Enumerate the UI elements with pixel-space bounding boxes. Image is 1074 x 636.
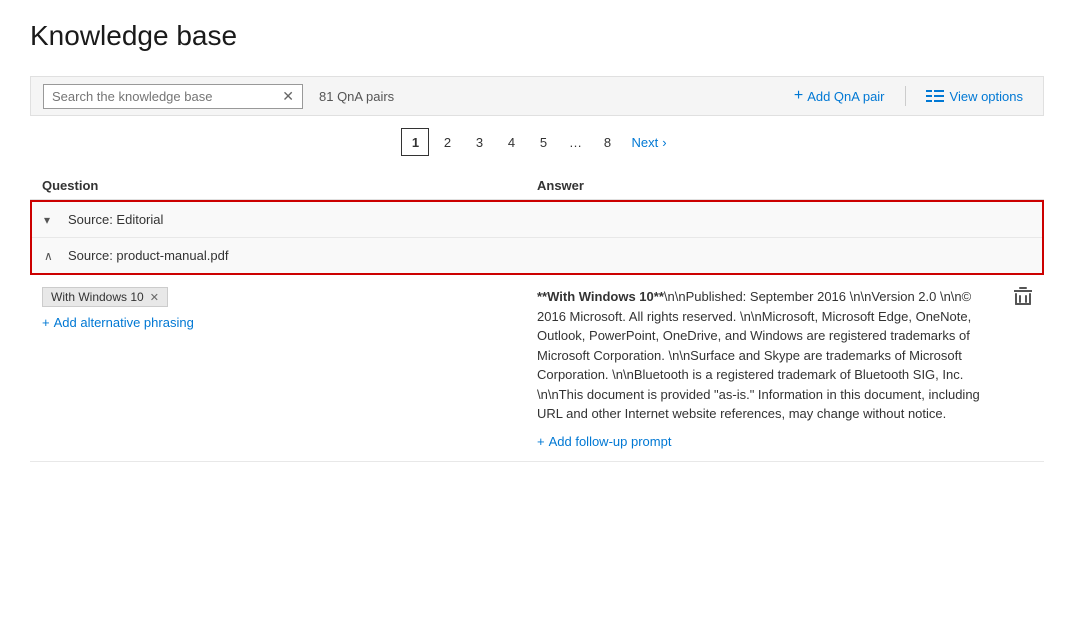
add-phrasing-button[interactable]: + Add alternative phrasing <box>42 315 194 330</box>
chevron-up-icon: ∧ <box>44 249 60 263</box>
plus-icon: + <box>794 87 803 105</box>
question-tag-text: With Windows 10 <box>51 290 144 304</box>
chevron-right-icon: › <box>662 135 666 150</box>
table-header: Question Answer <box>30 172 1044 200</box>
view-options-button[interactable]: View options <box>918 85 1031 108</box>
plus-phrasing-icon: + <box>42 315 50 330</box>
col-answer-header: Answer <box>537 178 1032 193</box>
chevron-down-icon: ▾ <box>44 213 60 227</box>
trash-icon <box>1014 294 1032 311</box>
view-options-icon <box>926 89 944 103</box>
page-button-8[interactable]: 8 <box>593 128 621 156</box>
source-product-manual-row[interactable]: ∧ Source: product-manual.pdf <box>32 238 1042 273</box>
question-tag: With Windows 10 ✕ <box>42 287 168 307</box>
source-group: ▾ Source: Editorial ∧ Source: product-ma… <box>30 200 1044 275</box>
answer-text: **With Windows 10**\n\nPublished: Septem… <box>537 287 1000 424</box>
plus-followup-icon: + <box>537 434 545 449</box>
add-phrasing-label: Add alternative phrasing <box>54 315 194 330</box>
search-box: ✕ <box>43 84 303 109</box>
source-editorial-row[interactable]: ▾ Source: Editorial <box>32 202 1042 238</box>
col-question-header: Question <box>42 178 537 193</box>
pagination: 1 2 3 4 5 … 8 Next › <box>30 128 1044 156</box>
source-product-manual-label: Source: product-manual.pdf <box>68 248 228 263</box>
next-page-button[interactable]: Next › <box>625 131 672 154</box>
answer-bold-title: **With Windows 10** <box>537 289 664 304</box>
add-followup-button[interactable]: + Add follow-up prompt <box>537 434 671 449</box>
answer-cell: **With Windows 10**\n\nPublished: Septem… <box>537 287 1032 449</box>
tag-close-button[interactable]: ✕ <box>150 291 159 304</box>
search-clear-button[interactable]: ✕ <box>282 89 294 103</box>
next-label: Next <box>631 135 658 150</box>
qna-content-row: With Windows 10 ✕ + Add alternative phra… <box>30 275 1044 462</box>
add-qna-button[interactable]: + Add QnA pair <box>786 83 893 109</box>
page-title: Knowledge base <box>30 20 1044 52</box>
question-tag-container: With Windows 10 ✕ <box>42 287 521 315</box>
page-button-5[interactable]: 5 <box>529 128 557 156</box>
toolbar: ✕ 81 QnA pairs + Add QnA pair View optio… <box>30 76 1044 116</box>
page-button-ellipsis: … <box>561 128 589 156</box>
search-input[interactable] <box>52 89 276 104</box>
page-button-3[interactable]: 3 <box>465 128 493 156</box>
add-qna-label: Add QnA pair <box>807 89 884 104</box>
page-button-2[interactable]: 2 <box>433 128 461 156</box>
toolbar-divider <box>905 86 906 106</box>
page-button-1[interactable]: 1 <box>401 128 429 156</box>
question-cell: With Windows 10 ✕ + Add alternative phra… <box>42 287 537 330</box>
delete-button[interactable] <box>1014 287 1032 312</box>
page-container: Knowledge base ✕ 81 QnA pairs + Add QnA … <box>0 0 1074 482</box>
view-options-label: View options <box>950 89 1023 104</box>
qna-count: 81 QnA pairs <box>319 89 394 104</box>
add-followup-label: Add follow-up prompt <box>549 434 672 449</box>
source-editorial-label: Source: Editorial <box>68 212 163 227</box>
page-button-4[interactable]: 4 <box>497 128 525 156</box>
